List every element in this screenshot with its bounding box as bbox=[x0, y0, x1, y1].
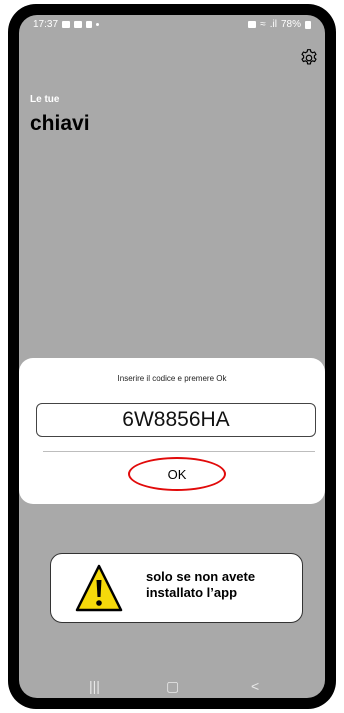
gallery-icon bbox=[62, 21, 71, 28]
navigation-bar: ||| ▢ < bbox=[19, 678, 325, 698]
status-time: 17:37 bbox=[33, 19, 59, 30]
warning-text: solo se non avete installato l’app bbox=[146, 569, 255, 601]
wifi-icon: ≈ bbox=[260, 19, 266, 30]
more-notifications-icon bbox=[96, 23, 100, 26]
warning-card: solo se non avete installato l’app bbox=[50, 553, 303, 623]
code-dialog: Inserire il codice e premere Ok 6W8856HA… bbox=[19, 358, 325, 504]
video-icon bbox=[74, 21, 83, 28]
battery-percent: 78% bbox=[280, 19, 301, 30]
notification-icon bbox=[86, 21, 93, 28]
divider bbox=[43, 451, 315, 452]
ok-button[interactable]: OK bbox=[128, 457, 226, 491]
header-subtitle: Le tue bbox=[30, 94, 60, 105]
phone-frame: 17:37 ≈ .il 78% Le tue chiavi Inserire i… bbox=[8, 4, 336, 709]
screen: 17:37 ≈ .il 78% Le tue chiavi Inserire i… bbox=[19, 15, 325, 698]
status-bar: 17:37 ≈ .il 78% bbox=[19, 15, 325, 35]
recent-apps-button[interactable]: ||| bbox=[89, 678, 100, 694]
page-title: chiavi bbox=[30, 112, 90, 135]
alarm-icon bbox=[248, 21, 257, 28]
home-button[interactable]: ▢ bbox=[166, 678, 179, 695]
warning-icon bbox=[75, 564, 123, 612]
warning-line-2: installato l’app bbox=[146, 585, 238, 600]
signal-icon: .il bbox=[269, 19, 277, 30]
warning-line-1: solo se non avete bbox=[146, 569, 256, 584]
dialog-message: Inserire il codice e premere Ok bbox=[117, 374, 227, 383]
gear-icon[interactable] bbox=[299, 48, 319, 68]
battery-icon bbox=[305, 20, 311, 29]
code-input[interactable]: 6W8856HA bbox=[36, 403, 316, 437]
back-button[interactable]: < bbox=[251, 678, 259, 694]
